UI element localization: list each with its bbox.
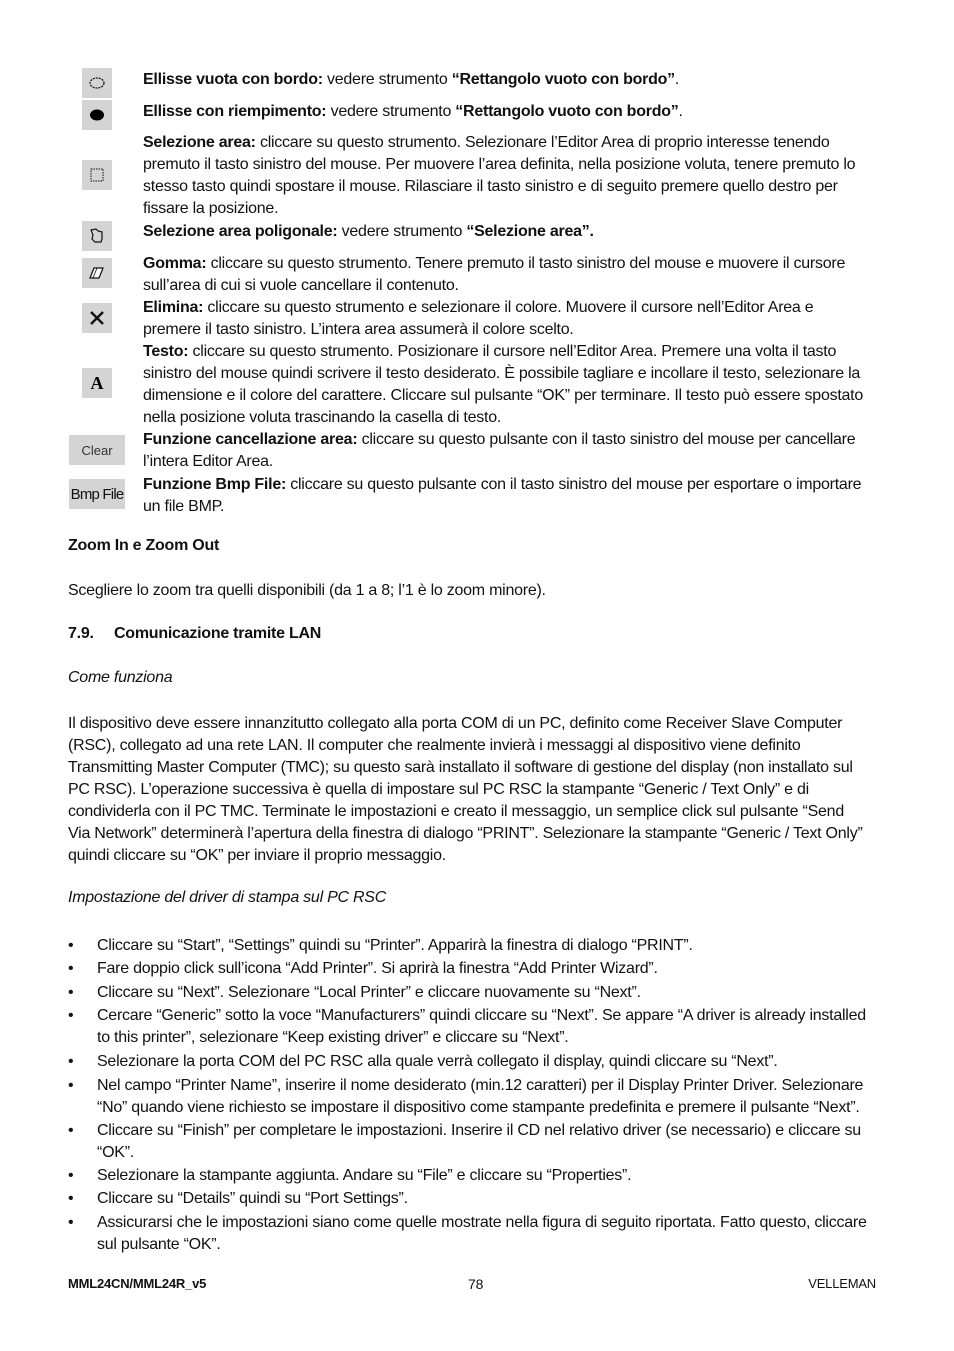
tool-desc-select-area: Selezione area: cliccare su questo strum… [143, 132, 903, 220]
tool-text-line: cliccare su questo strumento e seleziona… [203, 299, 814, 316]
tool-text-line: premuto il tasto sinistro del mouse. Per… [143, 156, 856, 173]
bullet-text-line: Fare doppio click sull’icona “Add Printe… [97, 960, 658, 977]
paragraph-line: Il dispositivo deve essere innanzitutto … [68, 715, 843, 732]
tool-label: Selezione area poligonale: [143, 223, 338, 240]
lan-paragraph: Il dispositivo deve essere innanzitutto … [68, 713, 898, 867]
tool-ref: “Rettangolo vuoto con bordo” [455, 103, 679, 120]
paragraph-line: condividerla con il PC TMC. Terminate le… [68, 803, 844, 820]
polygon-select-icon [82, 221, 112, 251]
bullet-text-line: Cliccare su “Start”, “Settings” quindi s… [97, 937, 693, 954]
paragraph-line: Via Network” determinerà l’apertura dell… [68, 825, 863, 842]
tool-text-line: cliccare su questo strumento. Posizionar… [188, 343, 837, 360]
tool-text-line: cliccare su questo strumento. Tenere pre… [206, 255, 846, 272]
bullet-dot-icon: • [68, 1007, 74, 1024]
delete-x-icon [82, 303, 112, 333]
tool-text: vedere strumento [326, 103, 456, 120]
tool-desc-polygon-select: Selezione area poligonale: vedere strume… [143, 221, 903, 243]
tool-text-line: premere il tasto sinistro. L’intera area… [143, 321, 574, 338]
tool-label: Selezione area: [143, 134, 256, 151]
tool-text-line: dimensione e il colore del carattere. Cl… [143, 387, 864, 404]
bullet-dot-icon: • [68, 1122, 74, 1139]
tool-text-line: un file BMP. [143, 498, 225, 515]
bullet-dot-icon: • [68, 1077, 74, 1094]
bullet-text-line: Nel campo “Printer Name”, inserire il no… [97, 1077, 864, 1094]
tool-text: vedere strumento [337, 223, 467, 240]
bullet-text-line: Selezionare la stampante aggiunta. Andar… [97, 1167, 632, 1184]
section-title: Comunicazione tramite LAN [114, 625, 322, 642]
tool-label: Gomma: [143, 255, 207, 272]
text-tool-icon: A [82, 368, 112, 398]
subheading-come-funziona: Come funziona [68, 669, 173, 686]
zoom-heading: Zoom In e Zoom Out [68, 537, 220, 554]
bullet-dot-icon: • [68, 1190, 74, 1207]
bullet-dot-icon: • [68, 937, 74, 954]
tool-tail: . [674, 71, 680, 88]
tool-desc-ellipse-outline: Ellisse vuota con bordo: vedere strument… [143, 69, 903, 91]
tool-text-line: l’intera Editor Area. [143, 453, 273, 470]
bullet-text-line: Cliccare su “Finish” per completare le i… [97, 1122, 861, 1139]
tool-desc-delete: Elimina: cliccare su questo strumento e … [143, 297, 903, 341]
bullet-dot-icon: • [68, 984, 74, 1001]
tool-label: Testo: [143, 343, 189, 360]
bullet-text-line: “OK”. [97, 1144, 134, 1161]
paragraph-line: (RSC), collegato ad una rete LAN. Il com… [68, 737, 801, 754]
tool-label: Ellisse vuota con bordo: [143, 71, 323, 88]
tool-ref: “Rettangolo vuoto con bordo” [451, 71, 675, 88]
tool-desc-text: Testo: cliccare su questo strumento. Pos… [143, 341, 903, 429]
clear-button-label: Clear [81, 442, 113, 458]
footer-model: MML24CN/MML24R_v5 [68, 1276, 207, 1291]
tool-label: Funzione Bmp File: [143, 476, 287, 493]
subheading-driver-setup: Impostazione del driver di stampa sul PC… [68, 889, 387, 906]
tool-label: Funzione cancellazione area: [143, 431, 358, 448]
tool-text-line: cliccare su questo pulsante con il tasto… [357, 431, 856, 448]
tool-text-line: fissare la posizione. [143, 200, 279, 217]
paragraph-line: quindi cliccare su “OK” per inviare il p… [68, 847, 446, 864]
paragraph-line: Transmitting Master Computer (TMC); su q… [68, 759, 853, 776]
tool-text-line: stesso tasto quindi spostare il mouse. R… [143, 178, 838, 195]
ellipse-outline-icon [82, 68, 112, 98]
tool-label: Elimina: [143, 299, 204, 316]
ellipse-filled-icon [82, 100, 112, 130]
clear-button: Clear [69, 435, 125, 465]
tool-label: Ellisse con riempimento: [143, 103, 327, 120]
tool-desc-eraser: Gomma: cliccare su questo strumento. Ten… [143, 253, 903, 297]
tool-text-line: nella posizione voluta trascinando la ca… [143, 409, 502, 426]
tool-text-line: cliccare su questo pulsante con il tasto… [286, 476, 862, 493]
eraser-icon [82, 258, 112, 288]
bmp-file-button: Bmp File [69, 479, 125, 509]
tool-tail: . [678, 103, 683, 120]
bullet-text-line: Cliccare su “Next”. Selezionare “Local P… [97, 984, 641, 1001]
bmp-file-button-label: Bmp File [70, 485, 125, 503]
tool-text-line: sull’area di cui si vuole cancellare il … [143, 277, 459, 294]
bullet-dot-icon: • [68, 1214, 74, 1231]
tool-desc-ellipse-filled: Ellisse con riempimento: vedere strument… [143, 101, 903, 123]
bullet-text-line: to this printer”, selezionare “Keep exis… [97, 1029, 569, 1046]
bullet-text-line: Selezionare la porta COM del PC RSC alla… [97, 1053, 778, 1070]
tool-ref: “Selezione area”. [466, 223, 594, 240]
bullet-text-line: Assicurarsi che le impostazioni siano co… [97, 1214, 867, 1231]
bullet-text-line: “No” quando viene richiesto se impostare… [97, 1099, 860, 1116]
paragraph-line: PC RSC). L’operazione successiva è quell… [68, 781, 809, 798]
bullet-dot-icon: • [68, 960, 74, 977]
bullet-text-line: sul pulsante “OK”. [97, 1236, 221, 1253]
tool-desc-bmp-file: Funzione Bmp File: cliccare su questo pu… [143, 474, 903, 518]
footer-page-number: 78 [468, 1276, 484, 1292]
bullet-text-line: Cliccare su “Details” quindi su “Port Se… [97, 1190, 408, 1207]
bullet-dot-icon: • [68, 1167, 74, 1184]
tool-text-line: cliccare su questo strumento. Selezionar… [255, 134, 830, 151]
tool-desc-clear: Funzione cancellazione area: cliccare su… [143, 429, 903, 473]
footer-brand: VELLEMAN [808, 1276, 876, 1291]
tool-text-line: sinistro del mouse quindi scrivere il te… [143, 365, 861, 382]
zoom-text: Scegliere lo zoom tra quelli disponibili… [68, 582, 546, 599]
bullet-dot-icon: • [68, 1053, 74, 1070]
bullet-text-line: Cercare “Generic” sotto la voce “Manufac… [97, 1007, 866, 1024]
section-number: 7.9. [68, 625, 94, 642]
select-area-icon [82, 160, 112, 190]
tool-text: vedere strumento [322, 71, 452, 88]
